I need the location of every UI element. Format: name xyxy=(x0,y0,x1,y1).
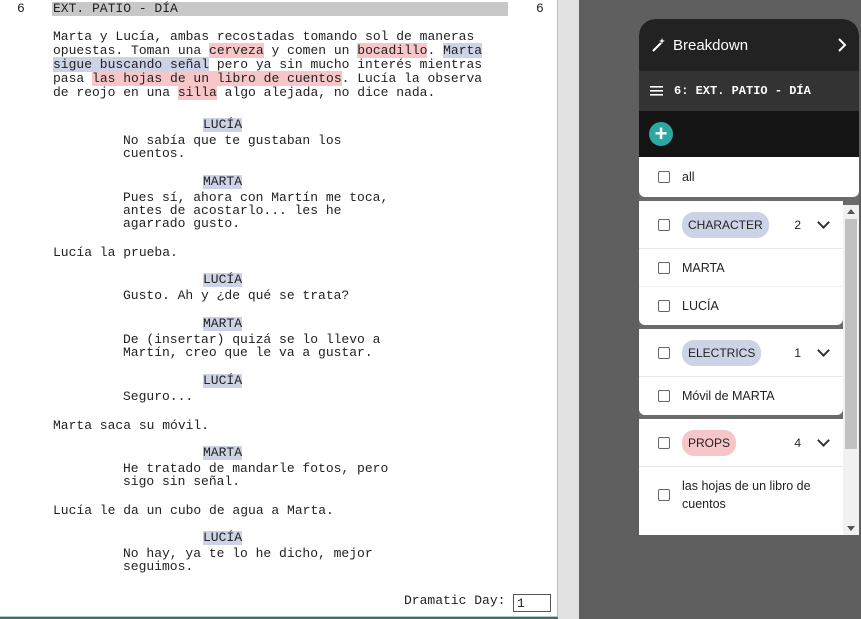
action-line: Marta saca su móvil. xyxy=(53,418,210,433)
action-line: pasa las hojas de un libro de cuentos. L… xyxy=(53,71,483,86)
chevron-down-icon[interactable] xyxy=(817,344,830,357)
chevron-down-icon[interactable] xyxy=(817,434,830,447)
dialogue-line: cuentos. xyxy=(123,146,186,161)
checkbox[interactable] xyxy=(658,300,670,312)
scene-heading[interactable]: EXT. PATIO - DÍA xyxy=(53,2,178,16)
action-text: pero ya sin mucho interés mientras xyxy=(209,57,483,72)
category-pill: PROPS xyxy=(682,429,737,456)
checkbox[interactable] xyxy=(658,436,670,449)
chevron-right-icon[interactable] xyxy=(837,38,847,52)
all-row[interactable]: all xyxy=(639,157,859,197)
checkbox[interactable] xyxy=(658,390,670,402)
list-item[interactable]: LUCÍA xyxy=(639,287,843,325)
magic-wand-icon xyxy=(652,38,665,52)
group-electrics: ELECTRICS 1 Móvil de MARTA xyxy=(639,329,843,415)
action-text: . xyxy=(427,43,444,58)
list-item[interactable]: MARTA xyxy=(639,249,843,287)
group-props: PROPS 4 las hojas de un libro de cuentos xyxy=(639,419,843,535)
scene-number-right: 6 xyxy=(536,1,544,16)
dialogue-line: Gusto. Ah y ¿de qué se trata? xyxy=(123,288,350,303)
character-cue[interactable]: LUCÍA xyxy=(203,374,243,388)
dramatic-day-input[interactable]: 1 xyxy=(513,594,551,612)
dialogue-line: Martín, creo que le va a gustar. xyxy=(123,345,373,360)
menu-icon[interactable] xyxy=(650,85,664,97)
tagged-prop-libro[interactable]: las hojas de un libro de cuentos xyxy=(92,71,342,86)
action-text: de reojo en una xyxy=(53,85,178,100)
action-text: Marta y Lucía, ambas recostadas tomando … xyxy=(53,29,475,44)
scene-selector[interactable]: 6: EXT. PATIO - DÍA xyxy=(639,71,859,111)
action-line: de reojo en una silla algo alejada, no d… xyxy=(53,85,436,100)
tagged-electrics-start[interactable]: Marta xyxy=(443,43,483,58)
breakdown-list: all CHARACTER 2 MARTA LUCÍA ELECTRICS 1 … xyxy=(639,157,859,535)
dialogue-line: Seguro... xyxy=(123,389,194,404)
tagged-prop-silla[interactable]: silla xyxy=(177,85,217,100)
character-cue[interactable]: MARTA xyxy=(203,175,243,189)
scroll-down-icon[interactable] xyxy=(847,526,855,531)
list-item[interactable]: Móvil de MARTA xyxy=(639,377,843,415)
item-count: 4 xyxy=(794,435,801,450)
group-header-electrics[interactable]: ELECTRICS 1 xyxy=(639,329,843,377)
action-line: Lucía la prueba. xyxy=(53,245,178,260)
scroll-up-icon[interactable] xyxy=(847,209,855,214)
checkbox[interactable] xyxy=(658,218,670,231)
breakdown-header: Breakdown xyxy=(639,19,859,71)
script-page: 6 EXT. PATIO - DÍA 6 Marta y Lucía, amba… xyxy=(0,0,558,617)
list-item[interactable]: las hojas de un libro de cuentos xyxy=(639,467,843,523)
checkbox[interactable] xyxy=(658,489,670,501)
group-header-props[interactable]: PROPS 4 xyxy=(639,419,843,467)
page-gutter xyxy=(558,0,579,619)
scrollbar[interactable] xyxy=(843,205,859,535)
dialogue-line: seguimos. xyxy=(123,559,194,574)
action-line: opuestas. Toman una cerveza y comen un b… xyxy=(53,43,483,58)
group-header-character[interactable]: CHARACTER 2 xyxy=(639,201,843,249)
scene-label: 6: EXT. PATIO - DÍA xyxy=(674,84,811,98)
action-text: . Lucía la observa xyxy=(341,71,483,86)
item-label: LUCÍA xyxy=(682,299,719,313)
character-cue[interactable]: MARTA xyxy=(203,317,243,331)
action-text: y comen un xyxy=(263,43,358,58)
tagged-prop-bocadillo[interactable]: bocadillo xyxy=(357,43,428,58)
character-cue[interactable]: LUCÍA xyxy=(203,273,243,287)
item-label: MARTA xyxy=(682,260,725,275)
item-label: las hojas de un libro de cuentos xyxy=(682,479,811,511)
character-cue[interactable]: MARTA xyxy=(203,446,243,460)
scene-number-left: 6 xyxy=(17,1,25,16)
all-label: all xyxy=(682,170,695,184)
character-cue[interactable]: LUCÍA xyxy=(203,531,243,545)
checkbox[interactable] xyxy=(658,171,670,183)
breakdown-panel: Breakdown 6: EXT. PATIO - DÍA + all CHAR… xyxy=(639,19,859,535)
checkbox[interactable] xyxy=(658,261,670,274)
add-element-button[interactable]: + xyxy=(649,122,673,146)
action-text: opuestas. Toman una xyxy=(53,43,210,58)
breakdown-title: Breakdown xyxy=(673,36,749,54)
add-toolbar: + xyxy=(639,111,859,157)
dialogue-line: agarrado gusto. xyxy=(123,216,241,231)
item-label: Móvil de MARTA xyxy=(682,389,775,403)
action-line: Lucía le da un cubo de agua a Marta. xyxy=(53,503,334,518)
tagged-electrics-end[interactable]: sigue buscando señal xyxy=(53,57,210,72)
dramatic-day-label: Dramatic Day: xyxy=(404,593,506,608)
item-count: 2 xyxy=(794,217,801,232)
action-line: sigue buscando señal pero ya sin mucho i… xyxy=(53,57,483,72)
dialogue-line: sigo sin señal. xyxy=(123,474,241,489)
character-cue[interactable]: LUCÍA xyxy=(203,118,243,132)
action-line: Marta y Lucía, ambas recostadas tomando … xyxy=(53,30,474,44)
scrollbar-thumb[interactable] xyxy=(845,219,857,449)
category-pill: CHARACTER xyxy=(682,211,769,238)
chevron-down-icon[interactable] xyxy=(817,216,830,229)
group-character: CHARACTER 2 MARTA LUCÍA xyxy=(639,201,843,325)
action-text: algo alejada, no dice nada. xyxy=(216,85,436,100)
tagged-prop-cerveza[interactable]: cerveza xyxy=(209,43,264,58)
action-text: pasa xyxy=(53,71,93,86)
category-pill: ELECTRICS xyxy=(682,339,762,366)
item-count: 1 xyxy=(794,345,801,360)
checkbox[interactable] xyxy=(658,346,670,359)
